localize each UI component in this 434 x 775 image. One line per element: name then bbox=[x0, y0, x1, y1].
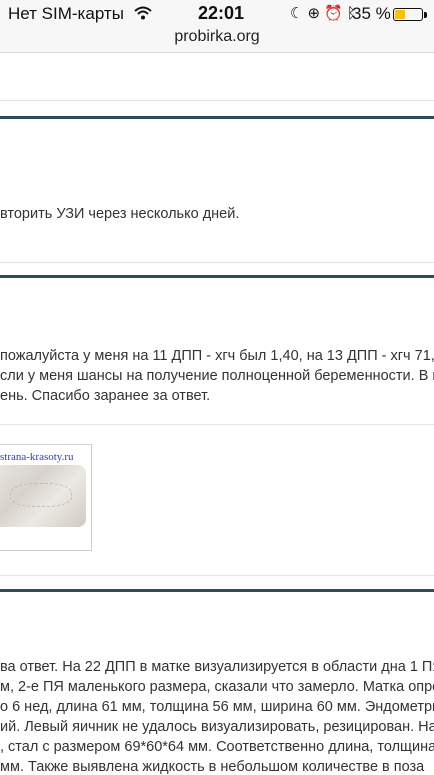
attachment-caption[interactable]: strana-krasoty.ru bbox=[0, 451, 74, 463]
post-text-line: ень. Спасибо заранее за ответ. bbox=[0, 388, 211, 404]
battery-percent: 35 % bbox=[352, 4, 391, 23]
carrier-label: Нет SIM-карты bbox=[8, 4, 124, 23]
wifi-icon bbox=[134, 5, 152, 25]
orientation-lock-icon: ⊕ bbox=[307, 5, 325, 22]
status-bar: Нет SIM-карты 22:01 ☾⊕⏰ᛒ 35 % bbox=[0, 0, 434, 28]
post-text-line: сли у меня шансы на получение полноценно… bbox=[0, 368, 434, 384]
attachment-thumbnail[interactable]: strana-krasoty.ru bbox=[0, 444, 92, 551]
divider bbox=[0, 100, 434, 101]
post-text: вторить УЗИ через несколько дней. bbox=[0, 206, 240, 222]
post-text-line: пожалуйста у меня на 11 ДПП - хгч был 1,… bbox=[0, 348, 434, 364]
divider bbox=[0, 575, 434, 576]
clock-time: 22:01 bbox=[198, 3, 245, 23]
post-header-bar bbox=[0, 589, 434, 592]
battery-icon bbox=[393, 8, 423, 21]
alarm-icon: ⏰ bbox=[324, 5, 347, 22]
post-text-line: м, 2-е ПЯ маленького размера, сказали чт… bbox=[0, 679, 434, 695]
post-text-line: ий. Левый яичник не удалось визуализиров… bbox=[0, 719, 434, 735]
post-text-line: мм. Также выявлена жидкость в небольшом … bbox=[0, 759, 425, 775]
post-text-line: о 6 нед, длина 61 мм, толщина 56 мм, шир… bbox=[0, 699, 434, 715]
battery-fill bbox=[395, 10, 405, 19]
system-icons: ☾⊕⏰ᛒ bbox=[290, 4, 360, 22]
post-text-line: ва ответ. На 22 ДПП в матке визуализируе… bbox=[0, 659, 434, 675]
divider bbox=[0, 424, 434, 425]
address-bar[interactable]: probirka.org bbox=[0, 28, 434, 53]
moon-icon: ☾ bbox=[290, 5, 308, 22]
post-text-line: , стал с размером 69*60*64 мм. Соответст… bbox=[0, 739, 434, 755]
attachment-image[interactable] bbox=[0, 465, 86, 527]
post-header-bar bbox=[0, 275, 434, 278]
url-text[interactable]: probirka.org bbox=[174, 28, 259, 45]
post-header-bar bbox=[0, 116, 434, 119]
battery-tip bbox=[424, 12, 427, 18]
divider bbox=[0, 262, 434, 263]
